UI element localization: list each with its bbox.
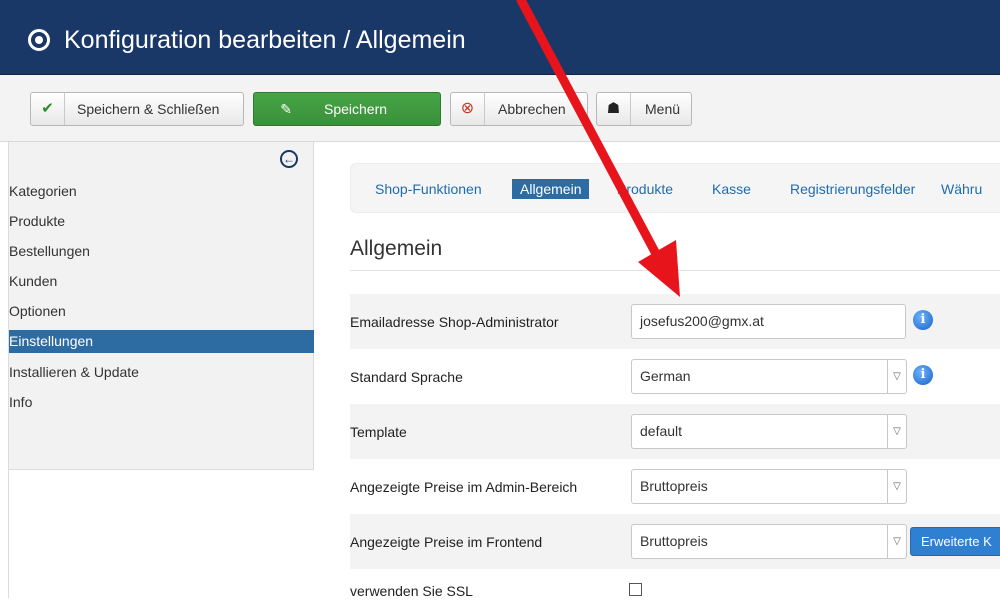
tab-shop-funktionen[interactable]: Shop-Funktionen: [375, 179, 482, 199]
admin-prices-label: Angezeigte Preise im Admin-Bereich: [350, 479, 578, 495]
sidebar-item-kategorien[interactable]: Kategorien: [9, 180, 314, 203]
language-value: German: [640, 368, 691, 384]
checkmark-icon: ✔: [31, 93, 65, 125]
template-select[interactable]: default ▽: [631, 414, 907, 449]
chevron-down-icon: ▽: [887, 415, 906, 448]
form-row-admin-prices: Angezeigte Preise im Admin-Bereich Brutt…: [350, 459, 1000, 514]
arrow-head: [638, 240, 680, 297]
form-row-language: Standard Sprache German ▽ i: [350, 349, 1000, 404]
tab-produkte[interactable]: Produkte: [617, 179, 673, 199]
chevron-down-icon: ▽: [887, 525, 906, 558]
sidebar-item-label: Einstellungen: [9, 333, 94, 349]
sidebar-item-installieren-update[interactable]: Installieren & Update: [9, 361, 314, 384]
frontend-prices-value: Bruttopreis: [640, 533, 708, 549]
cancel-icon: ⊗: [451, 93, 485, 125]
app-header: Konfiguration bearbeiten / Allgemein: [0, 0, 1000, 75]
chevron-down-icon: ▽: [887, 360, 906, 393]
toolbar: ✔ Speichern & Schließen ✎ Speichern ⊗ Ab…: [0, 75, 1000, 142]
collapse-sidebar-icon[interactable]: ←: [280, 150, 298, 168]
tab-waehrung[interactable]: Währu: [941, 179, 982, 199]
chevron-down-icon: ▽: [887, 470, 906, 503]
edit-icon: ✎: [280, 101, 292, 117]
sidebar-item-label: Optionen: [9, 303, 66, 319]
section-divider: [350, 270, 1000, 271]
sidebar-item-bestellungen[interactable]: Bestellungen: [9, 240, 314, 263]
frontend-prices-label: Angezeigte Preise im Frontend: [350, 534, 543, 550]
save-close-button[interactable]: ✔ Speichern & Schließen: [30, 92, 244, 126]
ssl-label: verwenden Sie SSL: [350, 583, 473, 599]
tab-registrierungsfelder[interactable]: Registrierungsfelder: [790, 179, 915, 199]
advanced-settings-button[interactable]: Erweiterte K: [910, 527, 1000, 556]
admin-email-input[interactable]: josefus200@gmx.at: [631, 304, 906, 339]
form-row-frontend-prices: Angezeigte Preise im Frontend Bruttoprei…: [350, 514, 1000, 569]
save-close-label: Speichern & Schließen: [77, 101, 220, 117]
sidebar-item-produkte[interactable]: Produkte: [9, 210, 314, 233]
admin-prices-value: Bruttopreis: [640, 478, 708, 494]
section-title: Allgemein: [350, 237, 443, 260]
save-button[interactable]: ✎ Speichern: [253, 92, 441, 126]
sidebar-item-einstellungen[interactable]: Einstellungen: [9, 330, 314, 353]
template-label: Template: [350, 424, 407, 440]
language-select[interactable]: German ▽: [631, 359, 907, 394]
save-label: Speichern: [324, 101, 388, 117]
joomla-logo-icon: [28, 29, 50, 51]
cancel-label: Abbrechen: [498, 101, 566, 117]
admin-email-label: Emailadresse Shop-Administrator: [350, 314, 559, 330]
tab-allgemein[interactable]: Allgemein: [512, 179, 590, 199]
sidebar-item-label: Bestellungen: [9, 243, 90, 259]
sidebar-item-kunden[interactable]: Kunden: [9, 270, 314, 293]
tab-kasse[interactable]: Kasse: [712, 179, 751, 199]
cancel-button[interactable]: ⊗ Abbrechen: [450, 92, 588, 126]
sidebar-item-info[interactable]: Info: [9, 391, 314, 414]
content-border: [8, 470, 9, 598]
page-title: Konfiguration bearbeiten / Allgemein: [64, 26, 466, 54]
info-icon[interactable]: i: [913, 310, 933, 330]
sidebar-item-label: Kategorien: [9, 183, 77, 199]
sidebar-item-label: Info: [9, 394, 33, 410]
sidebar-item-optionen[interactable]: Optionen: [9, 300, 314, 323]
ssl-checkbox[interactable]: [629, 583, 642, 596]
menu-button[interactable]: ☗ Menü: [596, 92, 692, 126]
info-icon[interactable]: i: [913, 365, 933, 385]
home-icon: ☗: [597, 93, 631, 125]
frontend-prices-select[interactable]: Bruttopreis ▽: [631, 524, 907, 559]
form-row-template: Template default ▽: [350, 404, 1000, 459]
config-tabs: Shop-Funktionen Allgemein Produkte Kasse…: [350, 163, 1000, 213]
language-label: Standard Sprache: [350, 369, 463, 385]
sidebar-item-label: Produkte: [9, 213, 66, 229]
menu-label: Menü: [645, 101, 681, 117]
sidebar-item-label: Installieren & Update: [9, 364, 139, 380]
admin-prices-select[interactable]: Bruttopreis ▽: [631, 469, 907, 504]
sidebar: ← Kategorien Produkte Bestellungen Kunde…: [8, 142, 314, 470]
sidebar-item-label: Kunden: [9, 273, 58, 289]
template-value: default: [640, 423, 683, 439]
form-row-admin-email: Emailadresse Shop-Administrator josefus2…: [350, 294, 1000, 349]
form-row-ssl: verwenden Sie SSL: [350, 572, 1000, 599]
